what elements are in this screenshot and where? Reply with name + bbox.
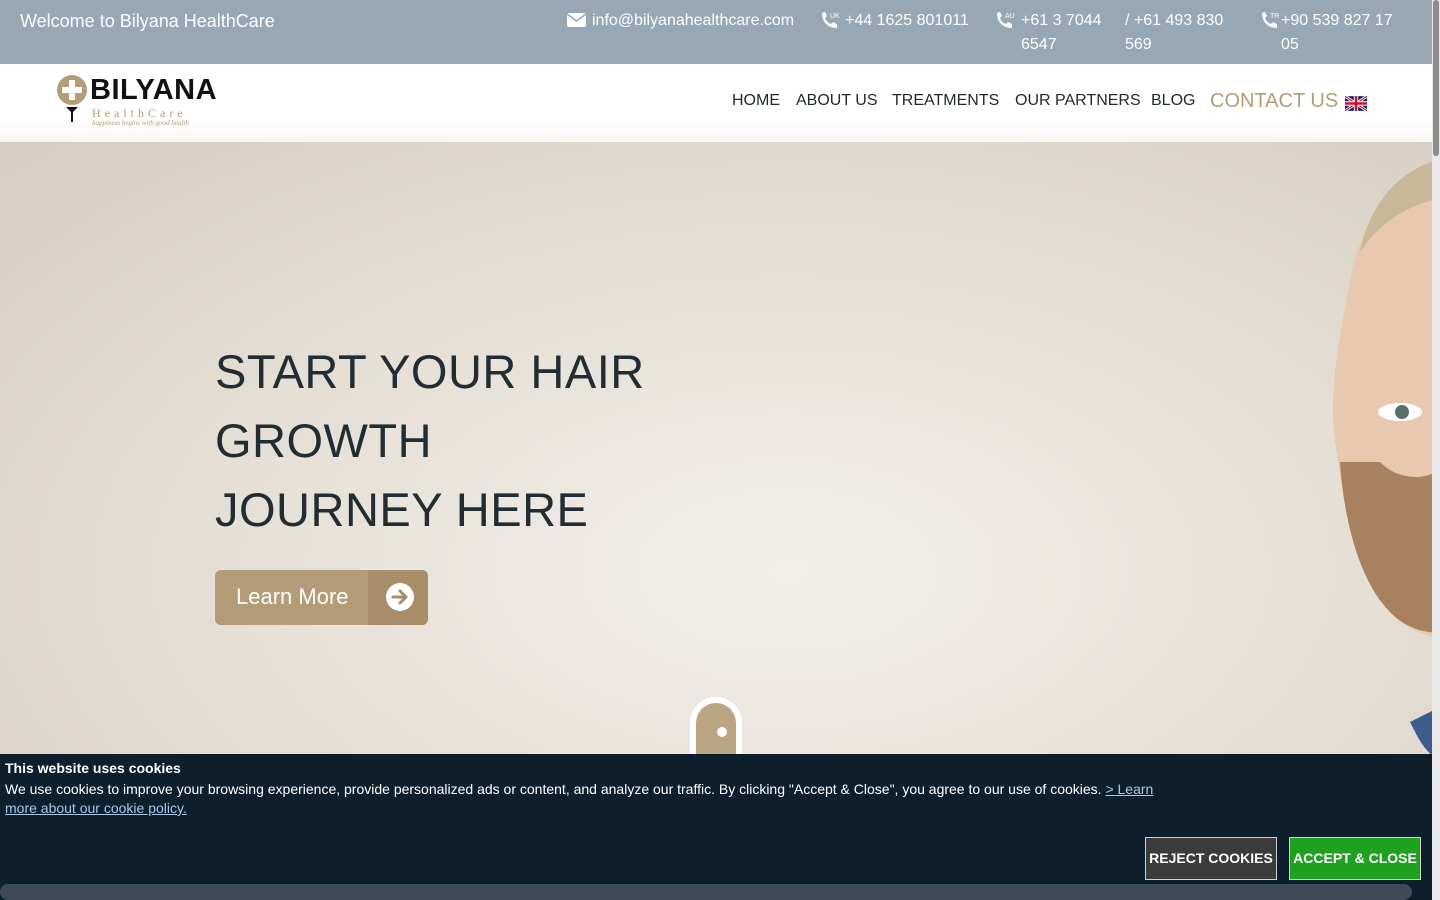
scroll-mouse-icon[interactable]: [690, 697, 742, 754]
scroll-mouse-body: [696, 703, 736, 754]
phone-au-icon: AU: [997, 12, 1015, 28]
horizontal-scrollbar[interactable]: [0, 884, 1412, 900]
svg-text:UK: UK: [830, 13, 840, 20]
phone-au-contact[interactable]: AU +61 3 7044 6547: [994, 9, 1114, 57]
cookie-description: We use cookies to improve your browsing …: [5, 781, 1102, 797]
accept-close-button[interactable]: ACCEPT & CLOSE: [1289, 837, 1421, 880]
cookie-banner: This website uses cookies We use cookies…: [0, 754, 1432, 900]
hero-title-line-2: GROWTH: [215, 414, 433, 467]
hero-title: START YOUR HAIR GROWTH JOURNEY HERE: [215, 337, 735, 544]
nav-our-partners[interactable]: OUR PARTNERS: [1015, 92, 1141, 110]
nav-blog[interactable]: BLOG: [1151, 92, 1195, 110]
cookie-text-block: We use cookies to improve your browsing …: [5, 780, 1155, 818]
phone-uk-contact[interactable]: UK +44 1625 801011: [819, 9, 969, 33]
svg-text:TR: TR: [1270, 13, 1279, 20]
arrow-right-circle-icon: [386, 583, 414, 611]
learn-more-arrow-box: [368, 570, 428, 625]
welcome-text: Welcome to Bilyana HealthCare: [20, 11, 275, 31]
phone-au-number-2[interactable]: / +61 493 830 569: [1125, 9, 1240, 57]
top-contact-bar: Welcome to Bilyana HealthCare info@bilya…: [0, 0, 1432, 64]
envelope-icon: [566, 13, 587, 27]
logo-tagline: happiness begins with good health: [92, 119, 189, 127]
hero-title-line-3: JOURNEY HERE: [215, 483, 589, 536]
model-face-image: [1332, 162, 1432, 754]
hero-title-line-1: START YOUR HAIR: [215, 345, 645, 398]
phone-uk-number[interactable]: +44 1625 801011: [819, 9, 969, 33]
uk-flag-icon[interactable]: [1345, 96, 1367, 111]
nav-home[interactable]: HOME: [732, 92, 780, 110]
learn-more-label: Learn More: [236, 584, 349, 609]
main-header: BILYANA HealthCare happiness begins with…: [0, 64, 1432, 142]
nav-treatments[interactable]: TREATMENTS: [892, 92, 999, 110]
cookie-title: This website uses cookies: [5, 760, 181, 776]
reject-cookies-button[interactable]: REJECT COOKIES: [1145, 837, 1277, 880]
svg-text:AU: AU: [1005, 13, 1015, 20]
logo-brand: BILYANA: [90, 74, 218, 106]
nav-about-us[interactable]: ABOUT US: [796, 92, 878, 110]
phone-uk-icon: UK: [822, 12, 840, 28]
nav-contact-us[interactable]: CONTACT US: [1210, 90, 1338, 113]
site-logo[interactable]: BILYANA HealthCare happiness begins with…: [56, 74, 226, 134]
logo-cross-icon: [57, 75, 87, 122]
email-contact[interactable]: info@bilyanahealthcare.com: [566, 9, 794, 33]
phone-au-contact-2[interactable]: / +61 493 830 569: [1125, 9, 1240, 57]
scroll-mouse-wheel: [717, 727, 727, 737]
vertical-scrollbar[interactable]: [1432, 0, 1440, 900]
hero-banner: START YOUR HAIR GROWTH JOURNEY HERE Lear…: [0, 142, 1432, 754]
phone-tr-icon: TR: [1262, 12, 1279, 28]
email-link[interactable]: info@bilyanahealthcare.com: [566, 9, 794, 33]
learn-more-button[interactable]: Learn More: [215, 570, 428, 625]
phone-tr-contact[interactable]: TR +90 539 827 17 05: [1259, 9, 1399, 57]
vertical-scrollbar-thumb[interactable]: [1433, 0, 1439, 156]
